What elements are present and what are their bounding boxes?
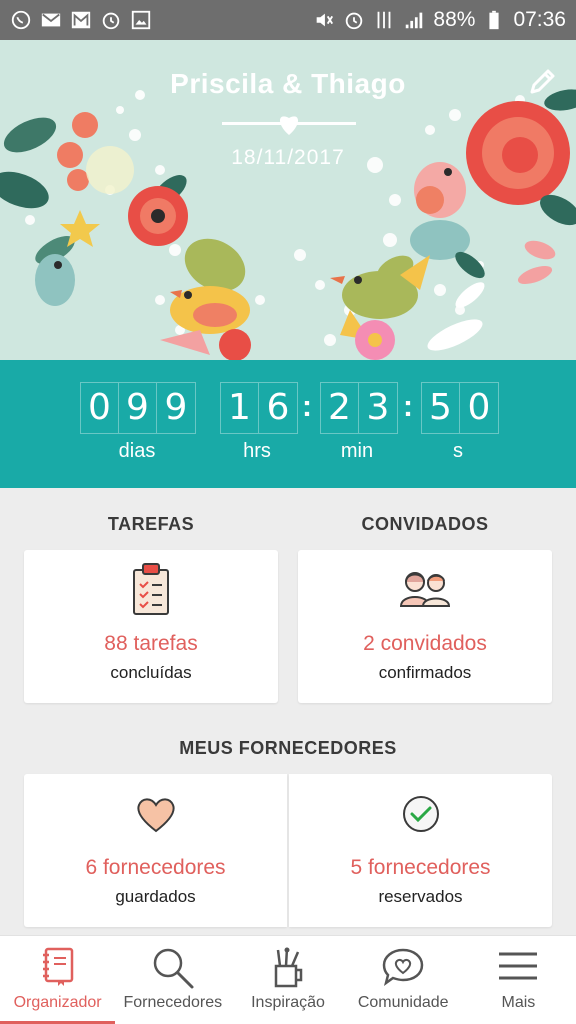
- days-digit: 9: [119, 383, 157, 433]
- guests-title: CONVIDADOS: [361, 514, 489, 534]
- wedding-date: 18/11/2017: [231, 146, 345, 169]
- hours-digit: 1: [221, 383, 259, 433]
- nav-fornecedores[interactable]: Fornecedores: [115, 936, 230, 1024]
- status-bar: 88% 07:36: [0, 0, 576, 40]
- clock: 07:36: [513, 8, 566, 31]
- search-icon: [153, 948, 194, 989]
- booked-vendors-card[interactable]: 5 fornecedores reservados: [289, 774, 552, 927]
- saved-vendors-subtitle: guardados: [115, 887, 196, 906]
- bottom-navigation: Organizador Fornecedores Inspiração Comu…: [0, 935, 576, 1024]
- vendors-title: MEUS FORNECEDORES: [179, 738, 397, 758]
- guests-card[interactable]: 2 convidados confirmados: [298, 550, 552, 703]
- notebook-icon: [42, 947, 73, 986]
- heart-icon: [136, 798, 175, 833]
- seconds-digit: 5: [422, 383, 460, 433]
- minutes-digit: 2: [321, 383, 359, 433]
- nav-label: Mais: [501, 994, 536, 1011]
- nav-mais[interactable]: Mais: [461, 936, 576, 1024]
- days-label: dias: [118, 440, 156, 462]
- guests-count: 2 convidados: [363, 632, 487, 655]
- guests-subtitle: confirmados: [378, 663, 472, 682]
- edit-pencil-icon[interactable]: [526, 66, 558, 98]
- tasks-subtitle: concluídas: [110, 663, 192, 682]
- saved-vendors-card[interactable]: 6 fornecedores guardados: [24, 774, 287, 927]
- tasks-card[interactable]: 88 tarefas concluídas: [24, 550, 278, 703]
- check-circle-icon: [402, 796, 439, 832]
- battery-icon: [489, 10, 500, 30]
- seconds-label: s: [453, 440, 463, 462]
- vibrate-icon: [377, 11, 391, 29]
- hours-digits: 1 6: [220, 382, 298, 434]
- battery-percent: 88%: [433, 8, 476, 31]
- nav-inspiracao[interactable]: Inspiração: [230, 936, 345, 1024]
- tasks-count: 88 tarefas: [104, 632, 198, 655]
- whatsapp-icon: [11, 10, 31, 30]
- clipboard-checklist-icon: [133, 563, 169, 615]
- nav-label: Fornecedores: [123, 994, 223, 1011]
- image-icon: [131, 10, 151, 30]
- system-status: 88% 07:36: [313, 8, 566, 32]
- wedding-header: Priscila & Thiago 18/11/2017: [0, 40, 576, 360]
- hours-digit: 6: [266, 387, 290, 428]
- gmail-icon: [41, 13, 61, 27]
- countdown-panel: 0 9 9 1 6 : 2 3 : 5 0 dias hrs min s: [0, 360, 576, 488]
- alarm-icon: [102, 12, 120, 30]
- nav-label: Inspiração: [251, 994, 325, 1011]
- couple-names: Priscila & Thiago: [170, 68, 406, 99]
- brushes-cup-icon: [274, 947, 303, 988]
- hours-label: hrs: [243, 440, 271, 462]
- guests-couple-icon: [399, 572, 451, 607]
- days-digits: 0 9 9: [80, 382, 196, 434]
- menu-icon: [499, 952, 538, 980]
- separator-colon: :: [302, 390, 312, 423]
- days-digit: 0: [81, 383, 119, 433]
- minutes-digit: 3: [366, 387, 390, 428]
- tasks-title: TAREFAS: [107, 514, 195, 534]
- minutes-label: min: [340, 440, 374, 462]
- heart-chat-icon: [382, 948, 424, 986]
- nav-organizador[interactable]: Organizador: [0, 936, 116, 1024]
- nav-label: Comunidade: [357, 994, 449, 1011]
- alarm-icon: [346, 12, 363, 30]
- notification-icons: [10, 9, 152, 31]
- seconds-digits: 5 0: [421, 382, 499, 434]
- days-digit: 9: [164, 387, 188, 428]
- nav-label: Organizador: [13, 994, 102, 1011]
- booked-vendors-subtitle: reservados: [378, 887, 463, 906]
- booked-vendors-count: 5 fornecedores: [350, 856, 491, 879]
- seconds-digit: 0: [467, 387, 491, 428]
- mute-icon: [317, 13, 334, 27]
- gmail-icon: [71, 11, 91, 29]
- separator-colon: :: [403, 390, 413, 423]
- minutes-digits: 2 3: [320, 382, 398, 434]
- signal-icon: [406, 12, 423, 29]
- nav-comunidade[interactable]: Comunidade: [346, 936, 461, 1024]
- saved-vendors-count: 6 fornecedores: [85, 856, 226, 879]
